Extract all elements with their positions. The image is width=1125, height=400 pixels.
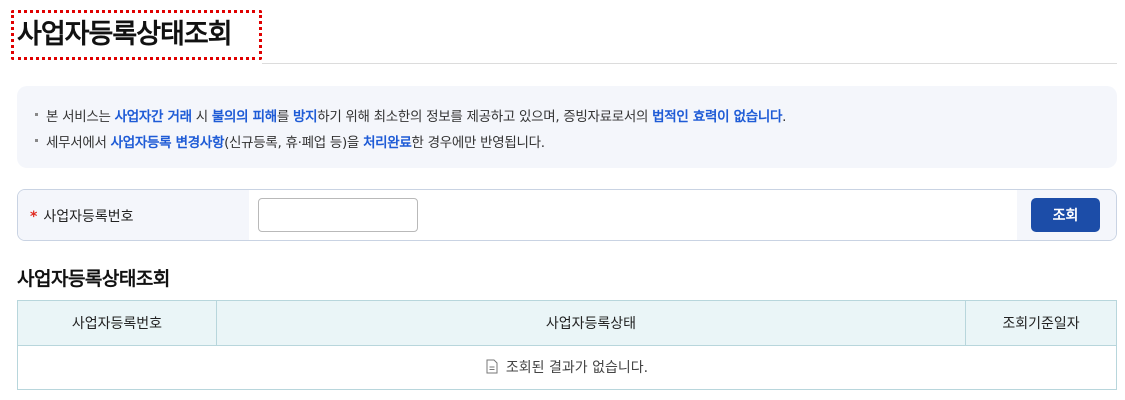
search-button-cell: 조회 bbox=[1017, 190, 1116, 240]
search-form: * 사업자등록번호 조회 bbox=[17, 189, 1117, 241]
business-number-label: * 사업자등록번호 bbox=[30, 206, 134, 226]
notice-line-1-segment: 를 bbox=[276, 109, 293, 125]
table-header-row: 사업자등록번호 사업자등록상태 조회기준일자 bbox=[17, 300, 1117, 346]
notice-line-1-segment: . bbox=[782, 109, 787, 125]
search-label-cell: * 사업자등록번호 bbox=[18, 190, 249, 240]
notice-line-2-segment: 사업자등록 변경사항 bbox=[110, 135, 225, 151]
empty-result-cell: 조회된 결과가 없습니다. bbox=[17, 345, 1117, 390]
table-empty-row: 조회된 결과가 없습니다. bbox=[17, 345, 1117, 390]
results-section-title: 사업자등록상태조회 bbox=[17, 268, 170, 290]
bullet-icon bbox=[35, 138, 38, 142]
notice-line-1-segment: 불의의 피해 bbox=[211, 109, 277, 125]
notice-line-2-segment: 처리완료 bbox=[363, 135, 412, 151]
notice-line-2: 세무서에서 사업자등록 변경사항(신규등록, 휴·폐업 등)을 처리완료한 경우… bbox=[35, 131, 545, 151]
notice-box: 본 서비스는 사업자간 거래 시 불의의 피해를 방지하기 위해 최소한의 정보… bbox=[17, 86, 1117, 168]
column-header-business-number: 사업자등록번호 bbox=[17, 300, 217, 346]
page-title: 사업자등록상태조회 bbox=[17, 19, 233, 50]
document-icon bbox=[486, 359, 498, 374]
notice-line-1-text: 본 서비스는 사업자간 거래 시 불의의 피해를 방지하기 위해 최소한의 정보… bbox=[46, 109, 786, 125]
notice-line-1-segment: 사업자간 거래 bbox=[114, 109, 192, 125]
column-header-query-date: 조회기준일자 bbox=[965, 300, 1117, 346]
notice-line-1-segment: 하기 위해 최소한의 정보를 제공하고 있으며, 증빙자료로서의 bbox=[317, 109, 653, 125]
empty-result-message: 조회된 결과가 없습니다. bbox=[505, 359, 649, 376]
notice-line-1-segment: 본 서비스는 bbox=[46, 109, 115, 125]
notice-line-1-segment: 시 bbox=[191, 109, 212, 125]
notice-line-2-segment: 세무서에서 bbox=[46, 135, 111, 151]
bullet-icon bbox=[35, 112, 38, 116]
notice-line-1: 본 서비스는 사업자간 거래 시 불의의 피해를 방지하기 위해 최소한의 정보… bbox=[35, 105, 786, 125]
column-header-status: 사업자등록상태 bbox=[215, 300, 967, 346]
business-number-label-text: 사업자등록번호 bbox=[43, 209, 134, 225]
required-mark: * bbox=[30, 209, 38, 225]
notice-line-1-segment: 방지 bbox=[292, 109, 318, 125]
business-number-input[interactable] bbox=[258, 198, 418, 232]
notice-line-2-segment: 한 경우에만 반영됩니다. bbox=[411, 135, 545, 151]
notice-line-2-segment: (신규등록, 휴·폐업 등)을 bbox=[224, 135, 364, 151]
search-button[interactable]: 조회 bbox=[1031, 198, 1100, 232]
notice-line-1-segment: 법적인 효력이 없습니다 bbox=[652, 109, 783, 125]
title-divider bbox=[262, 63, 1117, 64]
results-table: 사업자등록번호 사업자등록상태 조회기준일자 조회된 결과가 없습니다. bbox=[17, 300, 1117, 390]
notice-line-2-text: 세무서에서 사업자등록 변경사항(신규등록, 휴·폐업 등)을 처리완료한 경우… bbox=[46, 135, 545, 151]
